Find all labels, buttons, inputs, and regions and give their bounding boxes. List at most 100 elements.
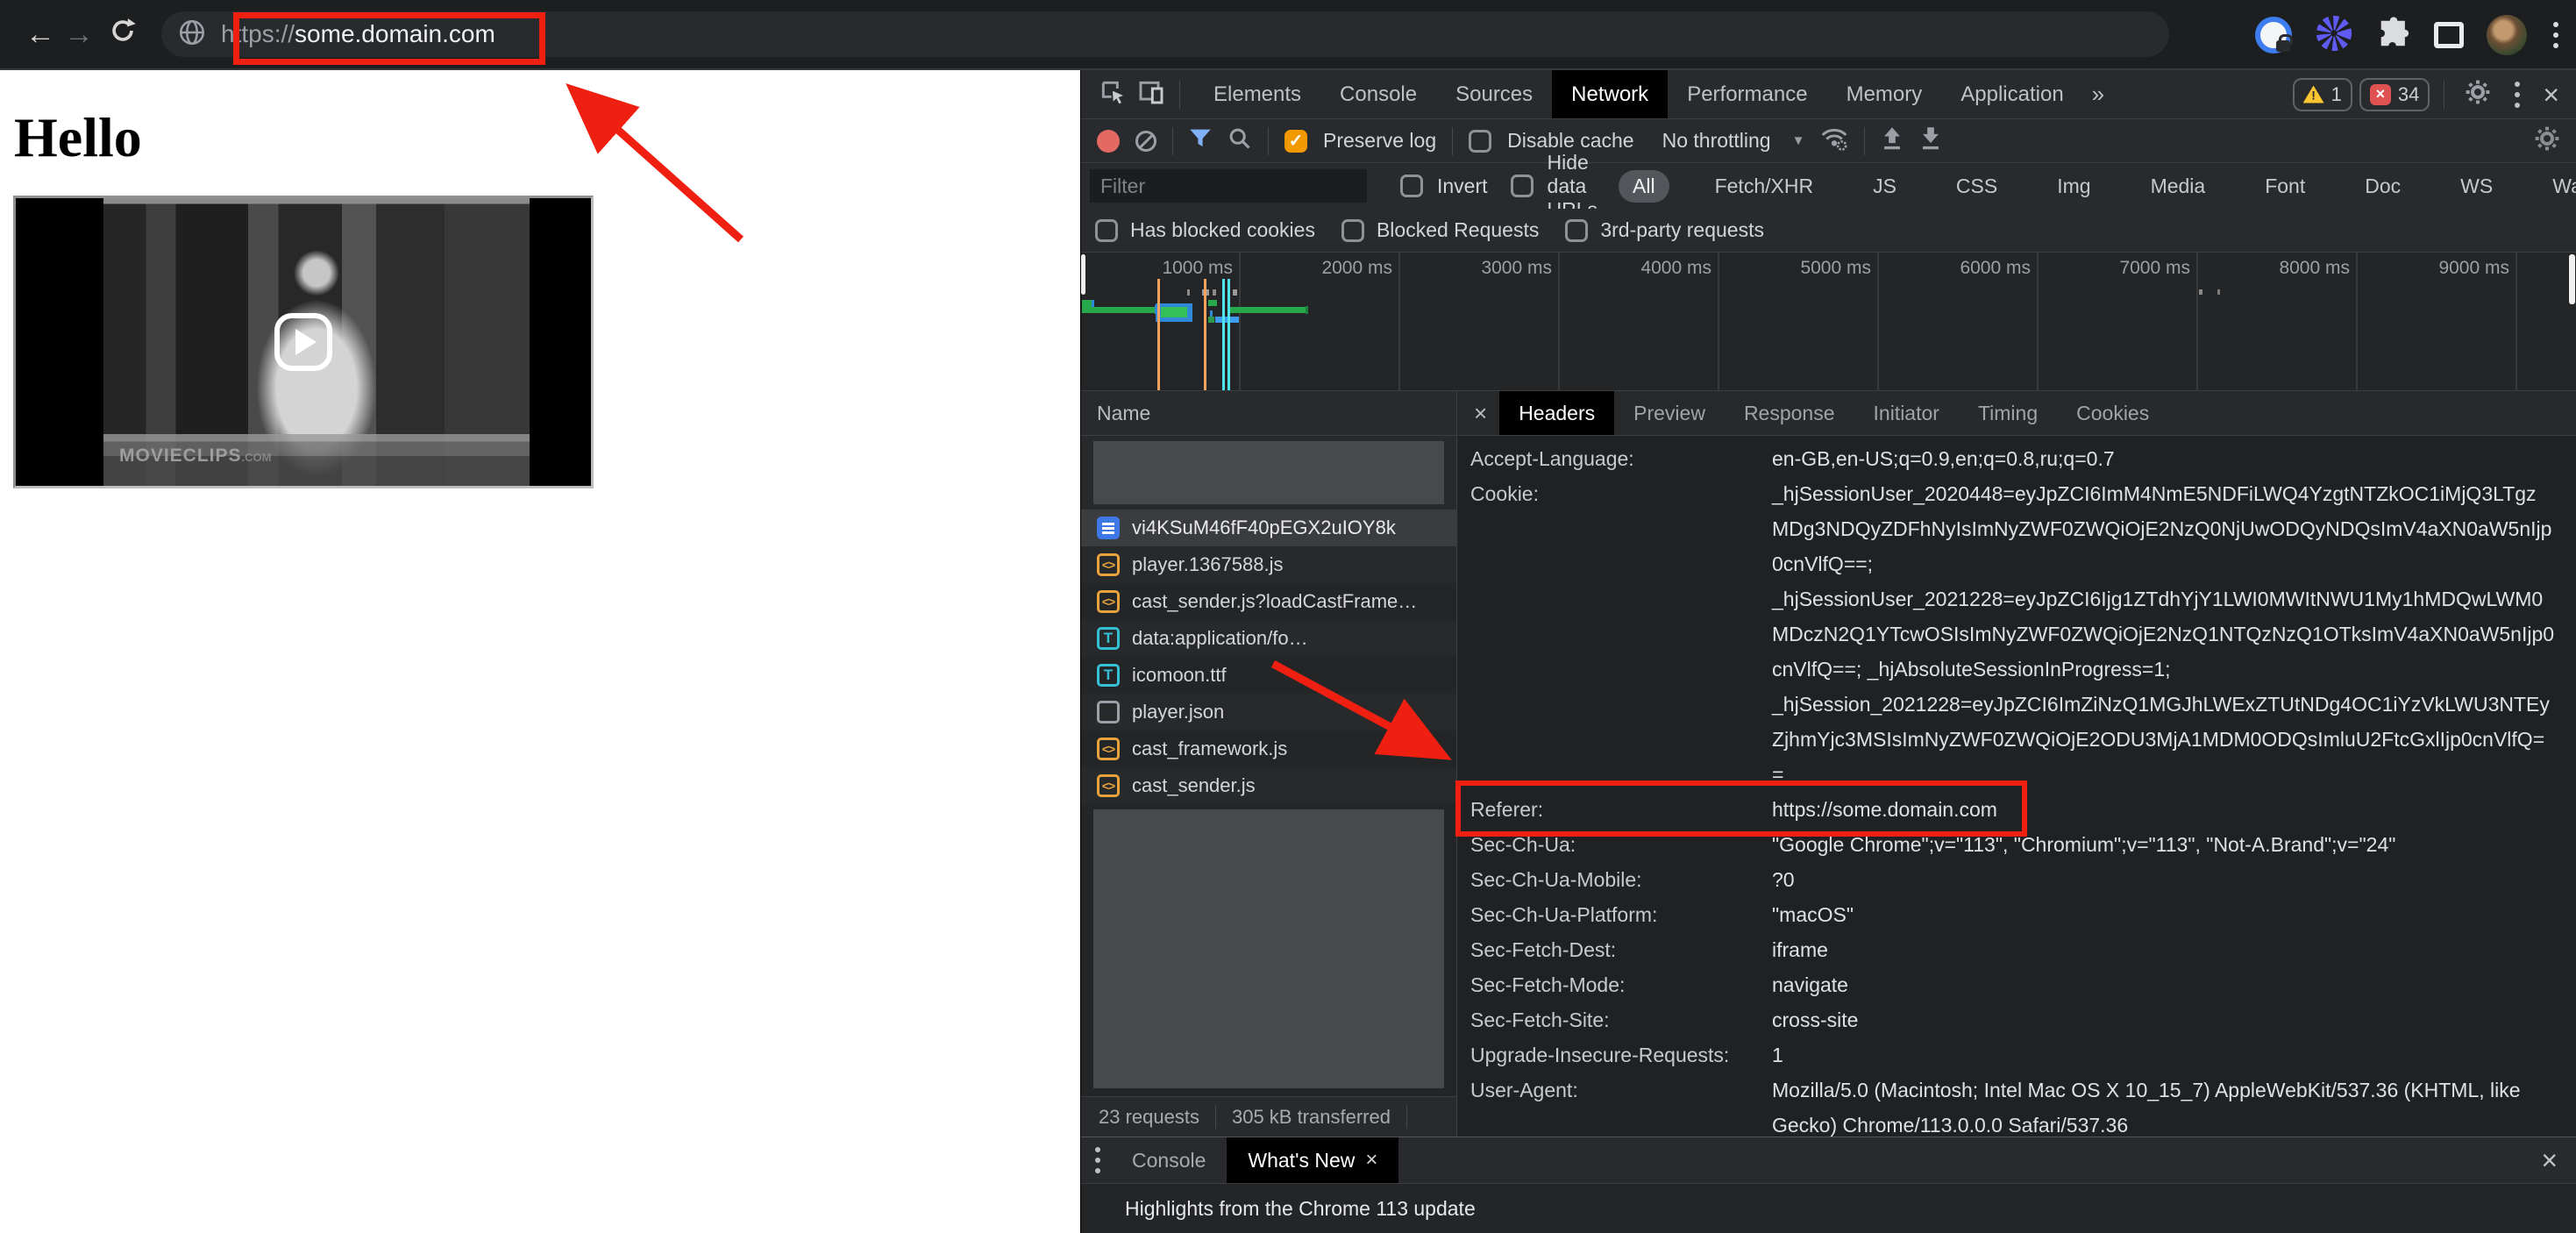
video-player[interactable]: MOVIECLIPS.COM <box>13 196 594 488</box>
import-har-icon[interactable] <box>1881 126 1904 156</box>
name-column-header[interactable]: Name <box>1081 391 1456 436</box>
option-3rd-party-requests[interactable]: 3rd-party requests <box>1565 218 1764 242</box>
request-name: vi4KSuM46fF40pEGX2uIOY8k <box>1132 517 1396 539</box>
more-tabs-icon[interactable]: » <box>2092 81 2104 108</box>
request-row[interactable]: <>cast_sender.js?loadCastFrame… <box>1081 583 1456 620</box>
disable-cache-checkbox[interactable] <box>1469 130 1491 153</box>
detail-tab-headers[interactable]: Headers <box>1499 391 1614 435</box>
preserve-log-checkbox[interactable]: ✓ <box>1284 130 1307 153</box>
page-title: Hello <box>14 105 1080 170</box>
detail-tab-timing[interactable]: Timing <box>1959 391 2057 435</box>
error-badge[interactable]: × 34 <box>2359 78 2430 111</box>
network-settings-gear-icon[interactable] <box>2533 125 2561 158</box>
tab-performance[interactable]: Performance <box>1668 70 1826 118</box>
tab-memory[interactable]: Memory <box>1827 70 1942 118</box>
detail-close-icon[interactable]: × <box>1458 400 1499 427</box>
password-extension-icon[interactable] <box>2255 17 2292 53</box>
filter-input[interactable] <box>1090 169 1367 203</box>
detail-tab-cookies[interactable]: Cookies <box>2057 391 2168 435</box>
browser-menu-icon[interactable] <box>2550 18 2562 52</box>
filter-type-doc[interactable]: Doc <box>2351 170 2415 203</box>
detail-tab-initiator[interactable]: Initiator <box>1854 391 1959 435</box>
back-icon[interactable]: ← <box>21 18 60 52</box>
drawer-tab-what-s-new[interactable]: What's New× <box>1227 1137 1398 1183</box>
tab-close-icon[interactable]: × <box>1365 1148 1377 1172</box>
waterfall-bar <box>1306 306 1308 314</box>
clear-icon[interactable] <box>1135 131 1156 152</box>
filter-type-js[interactable]: JS <box>1859 170 1911 203</box>
tab-sources[interactable]: Sources <box>1436 70 1552 118</box>
request-row[interactable]: <>cast_sender.js <box>1081 767 1456 804</box>
detail-tab-preview[interactable]: Preview <box>1614 391 1725 435</box>
reload-icon[interactable] <box>103 16 142 53</box>
tab-elements[interactable]: Elements <box>1194 70 1320 118</box>
waterfall-bar <box>1208 317 1214 323</box>
drawer-menu-icon[interactable] <box>1092 1144 1104 1177</box>
header-value: cross-site <box>1772 1002 1858 1037</box>
request-row[interactable]: <>cast_framework.js <box>1081 731 1456 767</box>
filter-type-wasm[interactable]: Wasm <box>2538 170 2576 203</box>
script-file-icon: <> <box>1097 738 1120 760</box>
device-toolbar-icon[interactable] <box>1137 78 1165 111</box>
option-blocked-requests[interactable]: Blocked Requests <box>1341 218 1539 242</box>
starburst-extension-icon[interactable] <box>2315 14 2353 57</box>
filter-funnel-icon[interactable] <box>1189 128 1212 154</box>
filter-type-media[interactable]: Media <box>2137 170 2220 203</box>
waterfall-bar <box>1092 300 1094 307</box>
search-icon[interactable] <box>1228 126 1252 156</box>
drawer-content: Highlights from the Chrome 113 update <box>1081 1184 2576 1233</box>
checkbox-icon[interactable] <box>1565 219 1588 242</box>
header-value: en-GB,en-US;q=0.9,en;q=0.8,ru;q=0.7 <box>1772 441 2115 476</box>
devtools-close-icon[interactable]: × <box>2543 81 2559 109</box>
scrollbar-thumb[interactable] <box>1081 254 1085 295</box>
throttling-caret-icon[interactable]: ▼ <box>1792 133 1805 148</box>
throttling-select[interactable]: No throttling <box>1662 129 1771 153</box>
checkbox-icon[interactable] <box>1341 219 1364 242</box>
invert-checkbox[interactable] <box>1400 175 1423 197</box>
globe-icon <box>177 18 207 52</box>
detail-tab-response[interactable]: Response <box>1725 391 1854 435</box>
filter-type-fetchxhr[interactable]: Fetch/XHR <box>1701 170 1827 203</box>
tab-console[interactable]: Console <box>1320 70 1436 118</box>
record-icon[interactable] <box>1097 130 1120 153</box>
drawer-close-icon[interactable]: × <box>2541 1146 2558 1174</box>
waterfall-bar <box>1187 289 1190 296</box>
devtools-tabbar: ElementsConsoleSourcesNetworkPerformance… <box>1081 70 2576 119</box>
filter-type-img[interactable]: Img <box>2043 170 2104 203</box>
filter-type-ws[interactable]: WS <box>2446 170 2507 203</box>
side-panel-icon[interactable] <box>2434 22 2464 48</box>
request-row[interactable]: player.json <box>1081 694 1456 731</box>
request-row[interactable]: vi4KSuM46fF40pEGX2uIOY8k <box>1081 510 1456 546</box>
devtools-menu-icon[interactable] <box>2511 78 2523 111</box>
scrollbar-thumb[interactable] <box>2569 254 2575 304</box>
checkbox-icon[interactable] <box>1095 219 1118 242</box>
hide-data-urls-checkbox[interactable] <box>1511 175 1534 197</box>
request-row[interactable]: Ticomoon.ttf <box>1081 657 1456 694</box>
whats-new-headline[interactable]: Highlights from the Chrome 113 update <box>1125 1197 1476 1221</box>
profile-avatar[interactable] <box>2487 15 2527 55</box>
tab-application[interactable]: Application <box>1941 70 2082 118</box>
devtools-tabs: ElementsConsoleSourcesNetworkPerformance… <box>1194 70 2083 118</box>
drawer-tabbar: ConsoleWhat's New× × <box>1081 1137 2576 1184</box>
overview-tick: 6000 ms <box>1934 258 2031 279</box>
extensions-puzzle-icon[interactable] <box>2376 16 2411 55</box>
network-conditions-icon[interactable] <box>1820 125 1848 157</box>
filter-type-css[interactable]: CSS <box>1942 170 2011 203</box>
export-har-icon[interactable] <box>1919 126 1942 156</box>
inspect-element-icon[interactable] <box>1099 78 1127 111</box>
filter-type-all[interactable]: All <box>1619 170 1669 203</box>
request-row[interactable]: <>player.1367588.js <box>1081 546 1456 583</box>
filter-type-font[interactable]: Font <box>2251 170 2319 203</box>
request-row[interactable]: Tdata:application/fo… <box>1081 620 1456 657</box>
warning-badge[interactable]: ! 1 <box>2293 78 2352 111</box>
settings-gear-icon[interactable] <box>2464 78 2492 111</box>
header-key: Accept-Language: <box>1470 441 1772 476</box>
tab-network[interactable]: Network <box>1552 70 1668 118</box>
detail-tabs: HeadersPreviewResponseInitiatorTimingCoo… <box>1499 391 2168 435</box>
drawer-tab-console[interactable]: Console <box>1111 1137 1227 1183</box>
option-has-blocked-cookies[interactable]: Has blocked cookies <box>1095 218 1315 242</box>
network-overview[interactable]: 1000 ms2000 ms3000 ms4000 ms5000 ms6000 … <box>1081 253 2576 391</box>
forward-icon[interactable]: → <box>60 18 98 52</box>
request-name: cast_sender.js <box>1132 774 1256 797</box>
play-button-icon[interactable] <box>274 313 332 371</box>
